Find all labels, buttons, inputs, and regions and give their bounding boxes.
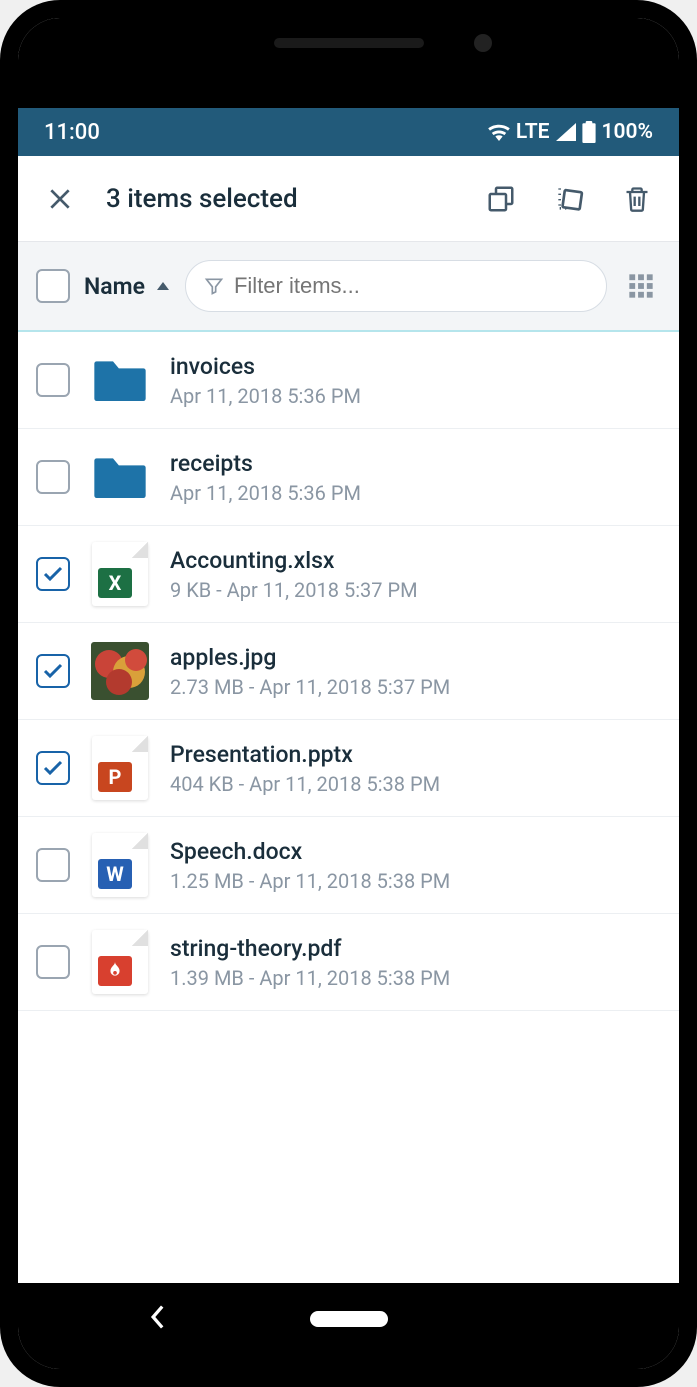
file-info: invoices Apr 11, 2018 5:36 PM [170,353,661,408]
wifi-icon [488,123,510,141]
file-name: string-theory.pdf [170,935,661,962]
file-icon-wrap [90,932,150,992]
file-icon-wrap: W [90,835,150,895]
copy-button[interactable] [479,177,523,221]
status-right: LTE 100% [488,120,653,144]
file-info: Presentation.pptx 404 KB - Apr 11, 2018 5… [170,741,661,796]
file-icon-wrap [90,350,150,410]
phone-camera [474,34,492,52]
document-icon: X [92,542,148,606]
back-button[interactable] [148,1304,166,1334]
file-icon-wrap: X [90,544,150,604]
sort-asc-icon [155,280,171,292]
file-info: Speech.docx 1.25 MB - Apr 11, 2018 5:38 P… [170,838,661,893]
file-name: invoices [170,353,661,380]
sort-button[interactable]: Name [84,273,171,300]
status-bar: 11:00 LTE 100% [18,108,679,156]
file-meta: 2.73 MB - Apr 11, 2018 5:37 PM [170,675,661,699]
chevron-left-icon [148,1304,166,1330]
file-name: apples.jpg [170,644,661,671]
file-icon-wrap [90,641,150,701]
android-nav-bar [18,1283,679,1355]
file-name: Speech.docx [170,838,661,865]
row-checkbox[interactable] [36,751,70,785]
file-name: Accounting.xlsx [170,547,661,574]
move-icon [553,183,585,215]
checkmark-icon [41,756,65,780]
app-bar: 3 items selected [18,156,679,242]
file-name: Presentation.pptx [170,741,661,768]
file-row[interactable]: apples.jpg 2.73 MB - Apr 11, 2018 5:37 PM [18,623,679,720]
phone-screen: 11:00 LTE 100% 3 items selected [18,18,679,1369]
row-checkbox[interactable] [36,848,70,882]
image-thumbnail [91,642,149,700]
file-row[interactable]: W Speech.docx 1.25 MB - Apr 11, 2018 5:38 … [18,817,679,914]
top-bezel [18,18,679,108]
grid-view-icon [627,272,655,300]
file-info: string-theory.pdf 1.39 MB - Apr 11, 2018 … [170,935,661,990]
filter-input-wrap[interactable] [185,260,607,312]
bottom-bezel [18,1355,679,1369]
row-checkbox[interactable] [36,363,70,397]
close-button[interactable] [38,177,82,221]
status-battery: 100% [602,120,654,144]
document-icon [92,930,148,994]
signal-icon [556,123,576,141]
trash-icon [623,184,651,214]
pdf-badge [98,956,132,986]
close-icon [47,186,73,212]
row-checkbox[interactable] [36,460,70,494]
phone-speaker [274,38,424,48]
document-icon: P [92,736,148,800]
file-row[interactable]: P Presentation.pptx 404 KB - Apr 11, 2018 … [18,720,679,817]
file-info: Accounting.xlsx 9 KB - Apr 11, 2018 5:37 … [170,547,661,602]
file-meta: 1.39 MB - Apr 11, 2018 5:38 PM [170,966,661,990]
file-row[interactable]: X Accounting.xlsx 9 KB - Apr 11, 2018 5:37… [18,526,679,623]
file-icon-wrap: P [90,738,150,798]
file-info: receipts Apr 11, 2018 5:36 PM [170,450,661,505]
status-time: 11:00 [44,120,100,145]
file-row[interactable]: string-theory.pdf 1.39 MB - Apr 11, 2018 … [18,914,679,1011]
select-all-checkbox[interactable] [36,269,70,303]
file-name: receipts [170,450,661,477]
folder-icon [92,356,148,404]
sort-label-text: Name [84,273,145,300]
row-checkbox[interactable] [36,557,70,591]
file-row[interactable]: receipts Apr 11, 2018 5:36 PM [18,429,679,526]
home-button[interactable] [310,1311,388,1327]
row-checkbox[interactable] [36,945,70,979]
delete-button[interactable] [615,177,659,221]
file-meta: Apr 11, 2018 5:36 PM [170,384,661,408]
file-icon-wrap [90,447,150,507]
xlsx-badge: X [98,568,132,598]
checkmark-icon [41,659,65,683]
copy-icon [486,184,516,214]
folder-icon [92,453,148,501]
filter-bar: Name [18,242,679,332]
file-meta: Apr 11, 2018 5:36 PM [170,481,661,505]
filter-input[interactable] [234,273,588,299]
docx-badge: W [98,859,132,889]
file-list[interactable]: invoices Apr 11, 2018 5:36 PM receipts Apr … [18,332,679,1283]
funnel-icon [204,276,224,296]
pptx-badge: P [98,762,132,792]
file-meta: 9 KB - Apr 11, 2018 5:37 PM [170,578,661,602]
file-meta: 404 KB - Apr 11, 2018 5:38 PM [170,772,661,796]
file-row[interactable]: invoices Apr 11, 2018 5:36 PM [18,332,679,429]
document-icon: W [92,833,148,897]
selection-title: 3 items selected [106,184,455,214]
move-button[interactable] [547,177,591,221]
checkmark-icon [41,562,65,586]
file-info: apples.jpg 2.73 MB - Apr 11, 2018 5:37 PM [170,644,661,699]
battery-full-icon [582,121,596,143]
row-checkbox[interactable] [36,654,70,688]
phone-frame: 11:00 LTE 100% 3 items selected [0,0,697,1387]
file-meta: 1.25 MB - Apr 11, 2018 5:38 PM [170,869,661,893]
status-network: LTE [516,120,550,144]
grid-view-button[interactable] [621,266,661,306]
